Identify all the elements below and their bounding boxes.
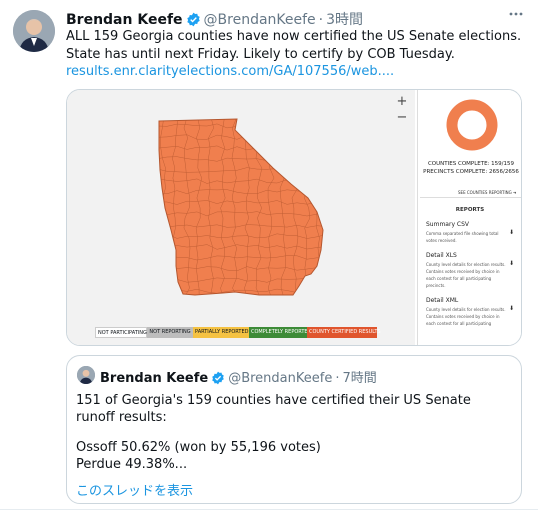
avatar-image (13, 10, 55, 52)
results-panel: COUNTIES COMPLETE: 159/159 PRECINCTS COM… (417, 90, 521, 345)
show-thread-link[interactable]: このスレッドを表示 (76, 480, 193, 499)
legend-partially-reported: PARTIALLY REPORTED (193, 327, 249, 338)
report-desc: County level details for election result… (426, 307, 506, 326)
report-desc: Comma separated file showing total votes… (426, 231, 499, 243)
tweet[interactable]: Brendan Keefe @BrendanKeefe · 3時間 ALL 159 G… (0, 0, 538, 510)
georgia-map (158, 118, 324, 296)
report-name: Detail XLS (426, 252, 457, 259)
quoted-line-1: 151 of Georgia's 159 counties have certi… (76, 393, 471, 425)
legend-not-participating: NOT PARTICIPATING (95, 327, 147, 338)
separator: · (335, 371, 340, 386)
map-legend: NOT PARTICIPATING NOT REPORTING PARTIALL… (95, 327, 381, 338)
download-icon[interactable]: ⬇ (509, 229, 514, 236)
reports-section: REPORTS Summary CSV Comma separated file… (420, 204, 520, 344)
report-desc: County level details for election result… (426, 262, 506, 288)
separator: · (318, 12, 324, 28)
report-detail-xls[interactable]: Detail XLS County level details for elec… (426, 252, 514, 289)
quoted-tweet[interactable]: Brendan Keefe @BrendanKeefe · 7時間 151 of Ge… (66, 355, 522, 504)
avatar[interactable] (13, 10, 55, 52)
download-icon[interactable]: ⬇ (509, 305, 514, 312)
quoted-handle[interactable]: @BrendanKeefe (228, 371, 332, 386)
counties-complete: COUNTIES COMPLETE: 159/159 (427, 161, 515, 167)
map-area[interactable]: + − NOT PARTICIPATING NOT REPORTING PART… (67, 90, 415, 345)
media-card[interactable]: + − NOT PARTICIPATING NOT REPORTING PART… (66, 89, 522, 346)
report-detail-xml[interactable]: Detail XML County level details for elec… (426, 297, 514, 327)
report-summary-csv[interactable]: Summary CSV Comma separated file showing… (426, 221, 514, 244)
avatar-image (77, 366, 95, 384)
see-counties-link[interactable]: SEE COUNTIES REPORTING ➜ (458, 190, 516, 195)
tweet-header: Brendan Keefe @BrendanKeefe · 3時間 (66, 9, 528, 29)
author-name[interactable]: Brendan Keefe (66, 12, 183, 28)
donut-box (420, 90, 521, 198)
quoted-line-2: Ossoff 50.62% (won by 55,196 votes) (76, 440, 321, 455)
legend-completely-reported: COMPLETELY REPORTED (249, 327, 311, 338)
quoted-author-name[interactable]: Brendan Keefe (100, 371, 208, 386)
report-name: Summary CSV (426, 221, 470, 228)
verified-icon (211, 371, 225, 389)
quoted-header: Brendan Keefe @BrendanKeefe · 7時間 (100, 367, 377, 389)
zoom-out-button[interactable]: − (394, 110, 410, 126)
completion-stats: COUNTIES COMPLETE: 159/159 PRECINCTS COM… (418, 160, 521, 176)
more-icon[interactable] (508, 6, 524, 26)
legend-county-certified: COUNTY CERTIFIED RESULTS (307, 327, 381, 338)
tweet-text: ALL 159 Georgia counties have now certif… (66, 29, 522, 62)
completion-donut (446, 99, 498, 151)
author-handle[interactable]: @BrendanKeefe (204, 12, 316, 28)
quoted-text: 151 of Georgia's 159 counties have certi… (76, 392, 506, 473)
reports-title: REPORTS (455, 207, 485, 213)
download-icon[interactable]: ⬇ (509, 260, 514, 267)
tweet-time[interactable]: 3時間 (326, 12, 363, 28)
precincts-complete: PRECINCTS COMPLETE: 2656/2656 (423, 169, 519, 175)
quoted-avatar[interactable] (77, 366, 95, 384)
zoom-controls: + − (394, 94, 410, 126)
tweet-link[interactable]: results.enr.clarityelections.com/GA/1075… (66, 64, 394, 79)
legend-not-reporting: NOT REPORTING (147, 327, 193, 338)
quoted-line-3: Perdue 49.38%... (76, 457, 188, 472)
quoted-time[interactable]: 7時間 (342, 371, 376, 386)
report-name: Detail XML (426, 297, 459, 304)
zoom-in-button[interactable]: + (394, 94, 410, 110)
